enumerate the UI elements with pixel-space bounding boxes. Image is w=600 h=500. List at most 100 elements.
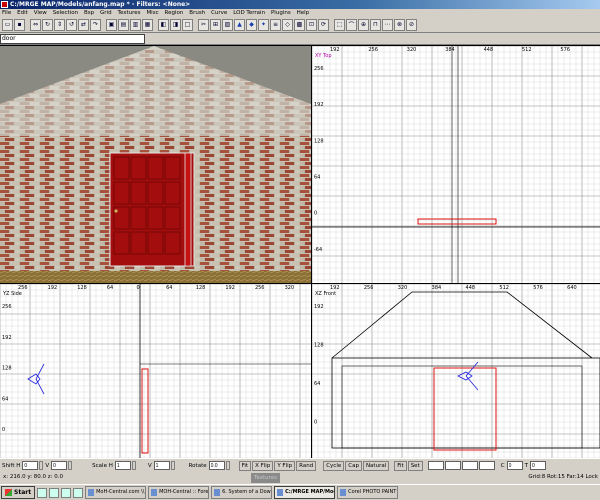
brush-icon[interactable]: ◇ (282, 18, 293, 31)
cubic-clip-icon[interactable]: ◆ (246, 18, 257, 31)
natural-button[interactable]: Natural (362, 460, 390, 471)
axis-tick-label: 64 (107, 285, 113, 291)
rand-button[interactable]: Rand (296, 460, 317, 471)
rotate-field[interactable] (208, 461, 225, 470)
flip-z-icon[interactable]: ⇄ (78, 18, 89, 31)
camera-movement-icon[interactable]: ✦ (258, 18, 269, 31)
taskbar-item[interactable]: MoH-Central.com \\ Gene... (85, 486, 147, 499)
flip-y-icon[interactable]: ⇕ (54, 18, 65, 31)
menu-lod-terrain[interactable]: LOD Terrain (231, 9, 267, 17)
menu-edit[interactable]: Edit (15, 9, 30, 17)
save-icon[interactable]: ▪ (14, 18, 25, 31)
quicklaunch-mail-icon[interactable] (61, 487, 72, 498)
csg-merge-icon[interactable]: ◨ (170, 18, 181, 31)
menu-region[interactable]: Region (163, 9, 186, 17)
csg-subtract-icon[interactable]: ◧ (158, 18, 169, 31)
viewport-divider[interactable] (0, 283, 600, 284)
menu-grid[interactable]: Grid (98, 9, 114, 17)
t-field[interactable] (529, 461, 546, 470)
shift-v-field[interactable] (51, 461, 68, 470)
patch-scale-field[interactable] (478, 461, 495, 470)
shift-h-field[interactable] (22, 461, 39, 470)
flip-x-icon[interactable]: ⇔ (30, 18, 41, 31)
start-button[interactable]: Start (1, 486, 36, 499)
change-view-icon[interactable]: ⊞ (210, 18, 221, 31)
quicklaunch-media-icon[interactable] (73, 487, 84, 498)
taskbar-item[interactable]: Corel PHOTO PAINT 9 - [... (337, 486, 399, 499)
fit2-button[interactable]: Fit (394, 460, 407, 471)
camera-icon[interactable]: ▲ (234, 18, 245, 31)
axis-tick-label: 64 (314, 175, 320, 181)
scale-v-spinner[interactable] (170, 461, 175, 470)
fit-button[interactable]: Fit (238, 460, 252, 471)
menu-plugins[interactable]: Plugins (269, 9, 293, 17)
select-inside-icon[interactable]: ▦ (142, 18, 153, 31)
insert-mode-icon[interactable]: ⊕ (358, 18, 369, 31)
quicklaunch-browser-icon[interactable] (49, 487, 60, 498)
entity-list-icon[interactable]: ≡ (270, 18, 281, 31)
taskbar-item[interactable]: 6. System of a Down - A... (211, 486, 273, 499)
camera-view[interactable] (0, 46, 311, 283)
select-touching-icon[interactable]: ▤ (118, 18, 129, 31)
scale-h-spinner[interactable] (131, 461, 136, 470)
xy-top-view[interactable]: 192 256 320 384 448 512 576 256 192 128 64 0 -64 XY … (312, 46, 600, 283)
welding-icon[interactable]: ⊗ (394, 18, 405, 31)
quicklaunch-desktop-icon[interactable] (37, 487, 48, 498)
texture-name-field[interactable]: door (0, 34, 145, 44)
toolbar: ▭ ▪ ⇔ ↻ ⇕ ↺ ⇄ ↷ ▣ ▤ ▥ ▦ ◧ ◨ □ ✂ ⊞ ▨ ▲ ◆ … (0, 17, 600, 33)
xz-front-view[interactable]: 192 256 320 384 448 512 576 640 192 128 64 0 XZ Fro… (312, 284, 600, 458)
hollow-icon[interactable]: □ (182, 18, 193, 31)
xz-door-selection[interactable] (433, 367, 497, 451)
shift-v-spinner[interactable] (68, 461, 73, 470)
cap-button[interactable]: Cap (345, 460, 362, 471)
rotate-y-icon[interactable]: ↺ (66, 18, 77, 31)
texture-view-icon[interactable]: ▨ (222, 18, 233, 31)
xflip-button[interactable]: X Flip (252, 460, 274, 471)
bend-mode-icon[interactable]: ⌒ (346, 18, 357, 31)
yz-side-view[interactable]: 256 192 128 64 0 64 128 192 256 320 256 192 128 64 0 Y… (0, 284, 311, 458)
set-button[interactable]: Set (407, 460, 423, 471)
menu-textures[interactable]: Textures (116, 9, 143, 17)
menu-selection[interactable]: Selection (51, 9, 80, 17)
patch-shift-field[interactable] (461, 461, 478, 470)
drill-down-icon[interactable]: ⊘ (406, 18, 417, 31)
menu-brush[interactable]: Brush (187, 9, 207, 17)
axis-tick-label: 384 (432, 285, 442, 291)
taskbar-item-active[interactable]: C:/MRGE MAP/Mod... (274, 486, 336, 499)
yz-door-selection[interactable] (141, 368, 149, 454)
rotate-x-icon[interactable]: ↻ (42, 18, 53, 31)
scale-h-field[interactable] (114, 461, 131, 470)
viewport-divider[interactable] (311, 46, 312, 458)
patch-icon[interactable]: ▩ (294, 18, 305, 31)
axis-tick-label: 0 (2, 427, 5, 433)
door-brush[interactable] (109, 152, 195, 267)
menu-curve[interactable]: Curve (209, 9, 229, 17)
select-partial-tall-icon[interactable]: ▥ (130, 18, 141, 31)
app-icon (1, 1, 8, 8)
rotate-lock-icon[interactable]: ⟳ (318, 18, 329, 31)
taskbar-item[interactable]: MOH-Central :: Foren.com... (148, 486, 210, 499)
clipper-icon[interactable]: ✂ (198, 18, 209, 31)
menu-file[interactable]: File (0, 9, 13, 17)
menu-misc[interactable]: Misc (144, 9, 160, 17)
cap-icon[interactable]: ⊓ (370, 18, 381, 31)
redisperse-icon[interactable]: ⋯ (382, 18, 393, 31)
texture-lock-icon[interactable]: ⊡ (306, 18, 317, 31)
menu-bsp[interactable]: Bsp (82, 9, 96, 17)
menu-help[interactable]: Help (295, 9, 312, 17)
select-complete-tall-icon[interactable]: ▣ (106, 18, 117, 31)
open-icon[interactable]: ▭ (2, 18, 13, 31)
shift-h-spinner[interactable] (39, 461, 44, 470)
patch-width-field[interactable] (427, 461, 444, 470)
menu-view[interactable]: View (32, 9, 49, 17)
axis-tick-label: 448 (466, 285, 476, 291)
c-field[interactable] (506, 461, 523, 470)
cycle-button[interactable]: Cycle (323, 460, 345, 471)
show-bevels-icon[interactable]: ⬚ (334, 18, 345, 31)
xy-door-selection[interactable] (417, 218, 497, 225)
patch-height-field[interactable] (444, 461, 461, 470)
rotate-z-icon[interactable]: ↷ (90, 18, 101, 31)
rotate-spinner[interactable] (225, 461, 230, 470)
yflip-button[interactable]: Y Flip (274, 460, 296, 471)
scale-v-field[interactable] (153, 461, 170, 470)
